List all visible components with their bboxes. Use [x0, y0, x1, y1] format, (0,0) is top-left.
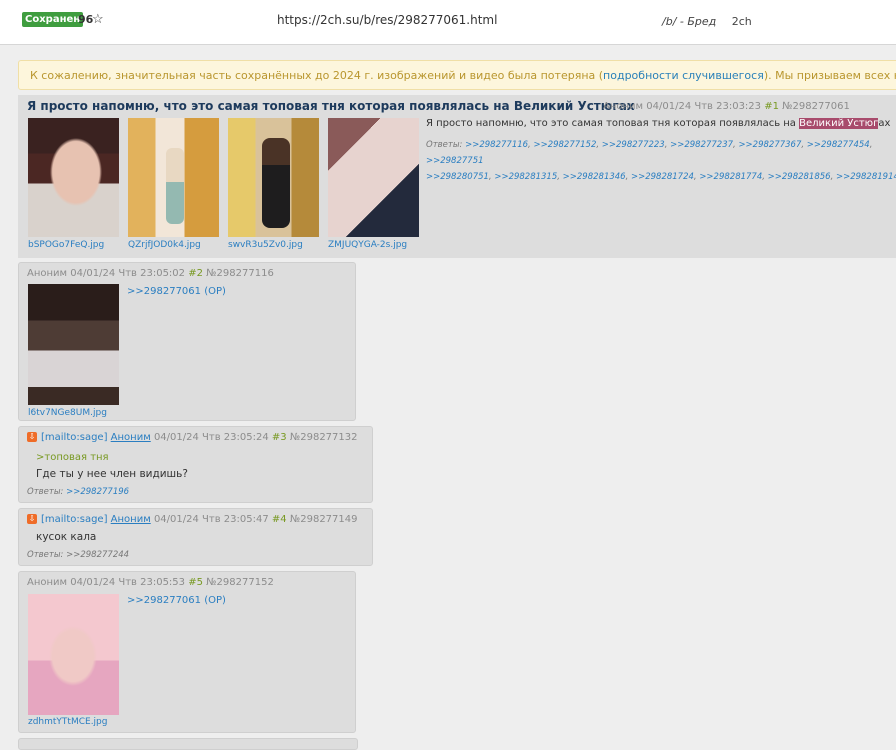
- thumbnail-image[interactable]: [328, 118, 419, 237]
- reply-link[interactable]: >>298277454: [807, 140, 870, 150]
- post-replies: Ответы: >>298277244: [27, 547, 129, 563]
- reply-link[interactable]: >>298281856: [768, 172, 831, 182]
- thumbnail[interactable]: QZrjfJOD0k4.jpg: [128, 118, 219, 250]
- op-replies: Ответы: >>298277116, >>298277152, >>2982…: [426, 137, 896, 185]
- thumbnail[interactable]: ZMJUQYGA-2s.jpg: [328, 118, 419, 250]
- post-id[interactable]: №298277149: [290, 514, 358, 525]
- post-meta: ⇩ [mailto:sage] Аноним 04/01/24 Чтв 23:05…: [27, 514, 358, 525]
- reply-link[interactable]: >>298277116: [465, 140, 528, 150]
- poster-name[interactable]: Аноним: [111, 514, 151, 525]
- reply-link[interactable]: >>298281315: [494, 172, 557, 182]
- replies-label: Ответы:: [27, 487, 64, 497]
- file-name[interactable]: QZrjfJOD0k4.jpg: [128, 240, 219, 250]
- sage-icon: ⇩: [27, 432, 37, 442]
- op-text-after: ах: [878, 118, 891, 129]
- post-number-link[interactable]: #3: [272, 432, 287, 443]
- reply-link[interactable]: >>298277367: [738, 140, 801, 150]
- site-link[interactable]: 2ch: [732, 15, 752, 28]
- post-date: 04/01/24 Чтв 23:05:02: [70, 268, 186, 279]
- reply-link[interactable]: >>298277223: [602, 140, 665, 150]
- notice-details-link[interactable]: подробности случившегося: [603, 69, 764, 82]
- op-text-highlight: Великий Устюг: [799, 118, 879, 129]
- reply-post: [18, 738, 358, 750]
- thumbnail[interactable]: bSPOGo7FeQ.jpg: [28, 118, 119, 250]
- thumbnail-image[interactable]: [28, 118, 119, 237]
- post-id[interactable]: №298277152: [206, 577, 274, 588]
- notice-text-after: ). Мы призываем всех неравнодушных по: [763, 69, 896, 82]
- thumbnail[interactable]: swvR3u5Zv0.jpg: [228, 118, 319, 250]
- notice-text-before: К сожалению, значительная часть сохранён…: [30, 69, 604, 82]
- op-post: Я просто напомню, что это самая топовая …: [18, 95, 896, 258]
- reply-link[interactable]: >>298281774: [699, 172, 762, 182]
- post-date: 04/01/24 Чтв 23:05:53: [70, 577, 186, 588]
- reply-post: ⇩ [mailto:sage] Аноним 04/01/24 Чтв 23:05…: [18, 508, 373, 566]
- reply-link[interactable]: >>29827751: [426, 156, 484, 166]
- thumbnail-image[interactable]: [28, 284, 119, 405]
- reply-link[interactable]: >>298281346: [563, 172, 626, 182]
- post-date: 04/01/24 Чтв 23:05:24: [153, 432, 269, 443]
- post-meta: Аноним 04/01/24 Чтв 23:05:02 #2 №2982771…: [27, 268, 274, 279]
- op-text-before: Я просто напомню, что это самая топовая …: [426, 118, 800, 129]
- thread-url: https://2ch.su/b/res/298277061.html: [277, 13, 498, 27]
- post-number-link[interactable]: #1: [764, 101, 779, 112]
- thumbnail-image[interactable]: [28, 594, 119, 715]
- reply-link[interactable]: >>298281724: [631, 172, 694, 182]
- post-id[interactable]: №298277061: [782, 101, 850, 112]
- post-meta: ⇩ [mailto:sage] Аноним 04/01/24 Чтв 23:05…: [27, 432, 358, 443]
- file-name[interactable]: zdhmtYTtMCE.jpg: [28, 717, 107, 727]
- thumbnail-image[interactable]: [128, 118, 219, 237]
- post-replies: Ответы: >>298277196: [27, 484, 129, 500]
- post-date: 04/01/24 Чтв 23:05:47: [153, 514, 269, 525]
- reply-post: Аноним 04/01/24 Чтв 23:05:53 #5 №2982771…: [18, 571, 356, 733]
- board-link[interactable]: /b/ - Бред: [662, 15, 716, 28]
- op-subject: Я просто напомню, что это самая топовая …: [27, 99, 635, 113]
- post-message: Где ты у нее член видишь?: [36, 468, 188, 480]
- reply-link[interactable]: >>298277244: [66, 550, 129, 560]
- sage-icon: ⇩: [27, 514, 37, 524]
- reply-link[interactable]: >>298277152: [533, 140, 596, 150]
- thumbnail-image[interactable]: [228, 118, 319, 237]
- mailto-link[interactable]: [mailto:sage]: [41, 514, 107, 525]
- post-id[interactable]: №298277116: [206, 268, 274, 279]
- post-message: кусок кала: [36, 531, 97, 543]
- reply-link[interactable]: >>298277196: [66, 487, 129, 497]
- top-bar: Сохранен 96 ☆ https://2ch.su/b/res/29827…: [0, 0, 896, 45]
- replies-label: Ответы:: [27, 550, 64, 560]
- loss-notice: К сожалению, значительная часть сохранён…: [18, 60, 896, 90]
- reply-post: Аноним 04/01/24 Чтв 23:05:02 #2 №2982771…: [18, 262, 356, 421]
- op-message: Я просто напомню, что это самая топовая …: [426, 118, 896, 129]
- reply-link[interactable]: >>298277237: [670, 140, 733, 150]
- file-name[interactable]: ZMJUQYGA-2s.jpg: [328, 240, 419, 250]
- post-id[interactable]: №298277132: [290, 432, 358, 443]
- board-nav: /b/ - Бред 2ch: [662, 15, 752, 28]
- poster-name: Аноним: [603, 101, 644, 112]
- post-number-link[interactable]: #4: [272, 514, 287, 525]
- op-reference-link[interactable]: >>298277061 (OP): [127, 595, 226, 606]
- saved-badge: Сохранен: [22, 12, 84, 27]
- replies-label: Ответы:: [426, 140, 463, 150]
- poster-name: Аноним: [27, 577, 68, 588]
- reply-link[interactable]: >>298281914: [836, 172, 896, 182]
- file-name[interactable]: bSPOGo7FeQ.jpg: [28, 240, 119, 250]
- post-number-link[interactable]: #5: [188, 577, 203, 588]
- poster-name[interactable]: Аноним: [111, 432, 151, 443]
- file-name[interactable]: l6tv7NGe8UM.jpg: [28, 408, 107, 418]
- mailto-link[interactable]: [mailto:sage]: [41, 432, 107, 443]
- post-date: 04/01/24 Чтв 23:03:23: [646, 101, 762, 112]
- post-meta: Аноним 04/01/24 Чтв 23:05:53 #5 №2982771…: [27, 577, 274, 588]
- reply-link[interactable]: >>298280751: [426, 172, 489, 182]
- poster-name: Аноним: [27, 268, 68, 279]
- op-meta: Аноним 04/01/24 Чтв 23:03:23 #1 №2982770…: [603, 101, 850, 112]
- reply-post: ⇩ [mailto:sage] Аноним 04/01/24 Чтв 23:05…: [18, 426, 373, 503]
- post-number-link[interactable]: #2: [188, 268, 203, 279]
- op-reference-link[interactable]: >>298277061 (OP): [127, 286, 226, 297]
- star-icon[interactable]: ☆: [92, 11, 104, 27]
- file-name[interactable]: swvR3u5Zv0.jpg: [228, 240, 319, 250]
- greentext-quote: >топовая тня: [36, 452, 109, 463]
